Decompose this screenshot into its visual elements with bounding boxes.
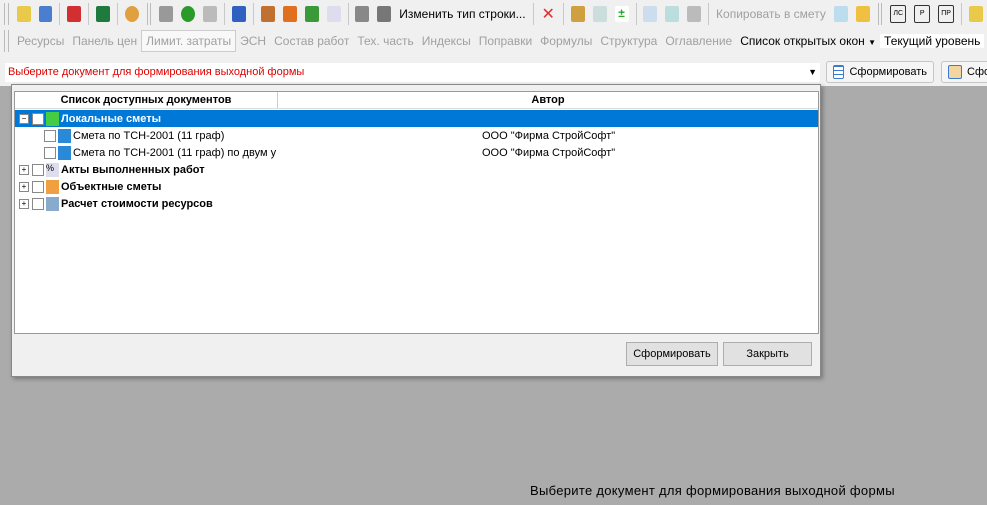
comment-icon[interactable] bbox=[326, 6, 341, 22]
open-windows-label: Список открытых окон bbox=[740, 33, 865, 48]
tree-item-resource-cost[interactable]: + Расчет стоимости ресурсов bbox=[15, 195, 818, 212]
paste-icon[interactable] bbox=[687, 6, 702, 22]
nav-price-panel[interactable]: Панель цен bbox=[68, 34, 141, 48]
nav-resources[interactable]: Ресурсы bbox=[13, 34, 68, 48]
item-label: Акты выполненных работ bbox=[61, 163, 205, 176]
main-toolbar: Изменить тип строки... ✕ ± Копировать в … bbox=[0, 0, 987, 29]
status-text: Выберите документ для формирования выход… bbox=[530, 483, 895, 498]
pdf-icon[interactable] bbox=[67, 6, 82, 22]
nav-toolbar: Ресурсы Панель цен Лимит. затраты ЭСН Со… bbox=[0, 28, 987, 53]
copy-to-estimate-button[interactable]: Копировать в смету bbox=[712, 7, 830, 21]
tree-item[interactable]: Смета по ТСН-2001 (11 граф) по двум у ООО… bbox=[15, 144, 818, 161]
item-author: ООО "Фирма СтройСофт" bbox=[482, 146, 616, 159]
document-select[interactable]: Выберите документ для формирования выход… bbox=[5, 63, 820, 82]
nav-tech-part[interactable]: Тех. часть bbox=[353, 34, 417, 48]
machine-icon[interactable] bbox=[355, 6, 370, 22]
search-icon[interactable] bbox=[124, 6, 139, 22]
tree-insert-icon[interactable] bbox=[38, 6, 53, 22]
nav-limit-costs[interactable]: Лимит. затраты bbox=[141, 29, 237, 52]
checkbox[interactable] bbox=[32, 163, 44, 176]
add-minus-icon[interactable] bbox=[592, 6, 607, 22]
ls-icon[interactable]: ЛС bbox=[890, 5, 907, 23]
plus-minus-icon[interactable]: ± bbox=[614, 6, 629, 22]
form-button-label: Сформировать bbox=[849, 66, 927, 78]
grid-icon bbox=[833, 65, 845, 79]
dialog-form-button[interactable]: Сформировать bbox=[626, 342, 718, 366]
calc-icon[interactable] bbox=[570, 6, 585, 22]
materials-icon[interactable] bbox=[282, 6, 297, 22]
nav-indexes[interactable]: Индексы bbox=[418, 34, 475, 48]
tree-icon[interactable] bbox=[16, 6, 31, 22]
copy-doc-icon[interactable] bbox=[833, 6, 848, 22]
toolbar-grip[interactable] bbox=[4, 3, 9, 25]
list-icon[interactable] bbox=[968, 6, 983, 22]
column-author[interactable]: Автор bbox=[278, 92, 818, 108]
blocks-icon[interactable] bbox=[377, 6, 392, 22]
delete-icon[interactable]: ✕ bbox=[541, 4, 554, 24]
nav-esn[interactable]: ЭСН bbox=[236, 34, 270, 48]
checkbox[interactable] bbox=[44, 129, 56, 142]
nav-contents[interactable]: Оглавление bbox=[661, 34, 736, 48]
item-label: Расчет стоимости ресурсов bbox=[61, 197, 213, 210]
form-button[interactable]: Сформировать bbox=[826, 61, 934, 83]
redo-icon[interactable] bbox=[232, 6, 247, 22]
folder-icon[interactable] bbox=[855, 6, 870, 22]
checkbox[interactable] bbox=[32, 197, 44, 210]
cut-icon[interactable] bbox=[643, 6, 658, 22]
chevron-down-icon[interactable]: ▼ bbox=[808, 63, 817, 82]
building-icon bbox=[46, 111, 59, 126]
expand-icon[interactable]: + bbox=[19, 181, 29, 192]
document-icon bbox=[58, 145, 71, 160]
pr-icon[interactable]: ПР bbox=[938, 5, 955, 23]
checkbox[interactable] bbox=[32, 180, 44, 193]
work-icon[interactable] bbox=[260, 6, 275, 22]
nav-structure[interactable]: Структура bbox=[596, 34, 661, 48]
item-label: Объектные сметы bbox=[61, 180, 162, 193]
tree-item-acts[interactable]: +% Акты выполненных работ bbox=[15, 161, 818, 178]
save-icon[interactable] bbox=[159, 6, 174, 22]
house-icon bbox=[46, 179, 59, 194]
checkbox[interactable] bbox=[44, 146, 56, 159]
change-row-type-button[interactable]: Изменить тип строки... bbox=[395, 7, 529, 21]
copy-icon[interactable] bbox=[665, 6, 680, 22]
document-select-value: Выберите документ для формирования выход… bbox=[8, 66, 305, 78]
collapse-icon[interactable]: − bbox=[19, 113, 29, 124]
document-tree: Список доступных документов Автор − Локал… bbox=[14, 91, 819, 334]
dialog-close-button[interactable]: Закрыть bbox=[723, 342, 812, 366]
form-edit-button-label: Сфо bbox=[967, 66, 987, 78]
chevron-down-icon: ▼ bbox=[868, 37, 877, 47]
grid-edit-icon bbox=[948, 65, 962, 79]
r-icon[interactable]: Р bbox=[914, 5, 931, 23]
tree-header: Список доступных документов Автор bbox=[15, 92, 818, 109]
nav-work-composition[interactable]: Состав работ bbox=[270, 34, 353, 48]
document-dialog: Список доступных документов Автор − Локал… bbox=[11, 84, 821, 377]
nav-formulas[interactable]: Формулы bbox=[536, 34, 596, 48]
current-level[interactable]: Текущий уровень bbox=[880, 33, 985, 48]
item-author: ООО "Фирма СтройСофт" bbox=[482, 129, 616, 142]
checkbox[interactable] bbox=[32, 112, 44, 125]
undo-icon[interactable] bbox=[203, 6, 218, 22]
percent-icon: % bbox=[46, 162, 59, 177]
document-icon bbox=[58, 128, 71, 143]
open-windows-dropdown[interactable]: Список открытых окон ▼ bbox=[736, 34, 880, 48]
nav-corrections[interactable]: Поправки bbox=[475, 34, 536, 48]
expand-icon[interactable]: + bbox=[19, 164, 29, 175]
form-edit-button[interactable]: Сфо bbox=[941, 61, 987, 83]
item-label: Локальные сметы bbox=[61, 112, 162, 125]
equipment-icon[interactable] bbox=[304, 6, 319, 22]
column-documents[interactable]: Список доступных документов bbox=[15, 92, 278, 108]
excel-icon[interactable] bbox=[96, 6, 111, 22]
tree-item[interactable]: Смета по ТСН-2001 (11 граф) ООО "Фирма Ст… bbox=[15, 127, 818, 144]
tree-item-local-estimates[interactable]: − Локальные сметы bbox=[15, 110, 818, 127]
item-label: Смета по ТСН-2001 (11 граф) bbox=[73, 129, 225, 142]
item-label: Смета по ТСН-2001 (11 граф) по двум у bbox=[73, 146, 277, 159]
monitor-icon bbox=[46, 196, 59, 211]
tree-item-object-estimates[interactable]: + Объектные сметы bbox=[15, 178, 818, 195]
expand-icon[interactable]: + bbox=[19, 198, 29, 209]
refresh-icon[interactable] bbox=[181, 6, 196, 22]
